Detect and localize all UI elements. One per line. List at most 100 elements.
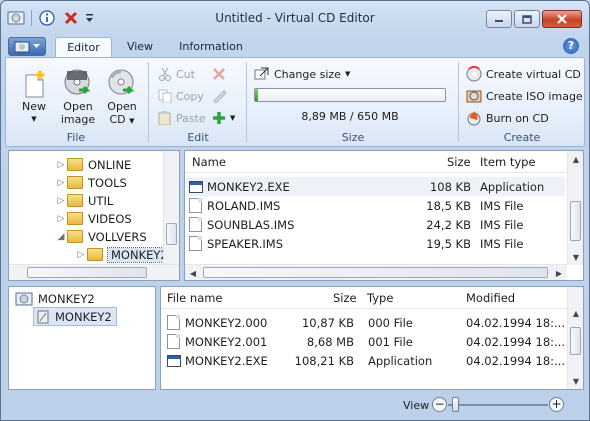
copy-button[interactable]: Copy (158, 87, 204, 105)
file-name: MONKEY2.EXE (207, 179, 290, 194)
column-type[interactable]: Type (367, 291, 393, 305)
column-name[interactable]: Name (192, 155, 226, 169)
zoom-in-button[interactable]: + (549, 397, 564, 412)
change-size-button[interactable]: Change size ▼ (254, 65, 350, 83)
scroll-up-arrow[interactable]: ▲ (568, 305, 583, 321)
table-row[interactable]: MONKEY2.001 8,68 MB 001 File 04.02.1994 18:… (163, 332, 567, 351)
create-virtual-cd-button[interactable]: Create virtual CD (466, 65, 581, 83)
folder-icon (67, 230, 83, 243)
open-image-icon (64, 69, 91, 95)
table-row[interactable]: SOUNBLAS.IMS 24,2 KB IMS File (187, 215, 565, 234)
zoom-slider-thumb[interactable] (452, 397, 459, 412)
disk-usage-fill (255, 89, 258, 101)
create-virtual-cd-label: Create virtual CD (486, 67, 581, 81)
copy-icon (158, 89, 172, 103)
ribbon-panel: New ▼ Open image Open CD ▼ File Cut Copy… (5, 57, 585, 147)
tree-item-label: MONKEY2 (107, 246, 172, 263)
iso-image-icon (466, 90, 482, 103)
expanded-arrow-icon[interactable]: ◢ (55, 232, 67, 242)
column-size[interactable]: Size (333, 291, 357, 305)
scroll-thumb[interactable] (166, 223, 177, 245)
cut-button[interactable]: Cut (158, 65, 195, 83)
column-item-type[interactable]: Item type (480, 155, 536, 169)
tree-top-hscrollbar[interactable] (9, 264, 179, 280)
maximize-button[interactable] (514, 10, 540, 28)
app-window: Untitled - Virtual CD Editor Editor View… (0, 0, 590, 421)
new-button[interactable]: New ▼ (16, 64, 52, 126)
scroll-right-arrow[interactable]: ▶ (551, 265, 567, 280)
tree-item[interactable]: ▷ TOOLS (55, 173, 127, 192)
help-icon[interactable]: ? (563, 38, 579, 54)
scroll-down-arrow[interactable]: ▼ (568, 373, 583, 389)
column-file-name[interactable]: File name (167, 291, 223, 305)
tree-item[interactable]: ▷ VIDEOS (55, 209, 132, 228)
cd-case-icon (37, 310, 49, 323)
file-name: MONKEY2.EXE (185, 353, 268, 368)
burn-on-cd-label: Burn on CD (486, 111, 549, 125)
new-label: New (22, 100, 46, 113)
scroll-thumb[interactable] (570, 201, 581, 241)
tab-editor[interactable]: Editor (55, 37, 112, 58)
scroll-down-arrow[interactable]: ▼ (568, 249, 583, 265)
application-menu-button[interactable] (8, 37, 46, 56)
open-image-button[interactable]: Open image (56, 64, 100, 126)
scroll-left-arrow[interactable]: ◀ (185, 265, 201, 280)
delete-icon[interactable] (212, 65, 226, 83)
open-image-label-2: image (60, 113, 96, 126)
tree-bottom-root[interactable]: MONKEY2 (15, 289, 95, 308)
burn-on-cd-button[interactable]: Burn on CD (466, 109, 549, 127)
tree-item[interactable]: ▷ MONKEY2 (75, 245, 172, 264)
group-create: Create virtual CD Create ISO image Burn … (460, 58, 584, 146)
folder-icon (67, 194, 83, 207)
scroll-thumb[interactable] (27, 267, 147, 278)
rename-icon[interactable] (212, 87, 228, 105)
table-row[interactable]: ROLAND.IMS 18,5 KB IMS File (187, 196, 565, 215)
tree-item[interactable]: ▷ ONLINE (55, 155, 132, 174)
tree-item[interactable]: ▷ UTIL (55, 191, 114, 210)
file-modified: 04.02.1994 18:... (466, 353, 565, 368)
tab-information[interactable]: Information (171, 37, 251, 58)
tree-top-vscrollbar[interactable] (163, 151, 179, 265)
column-size[interactable]: Size (447, 155, 471, 169)
add-button[interactable]: ▼ (212, 109, 235, 127)
zoom-slider-track[interactable] (448, 404, 548, 406)
close-button[interactable] (542, 10, 582, 28)
file-type: 000 File (368, 315, 413, 330)
change-size-label: Change size (274, 67, 341, 81)
expand-arrow-icon[interactable]: ▷ (75, 250, 87, 260)
tab-view[interactable]: View (119, 37, 161, 58)
file-type: 001 File (368, 334, 413, 349)
minimize-button[interactable] (486, 10, 512, 28)
create-iso-button[interactable]: Create ISO image (466, 87, 583, 105)
ribbon-tabs: Editor View Information ? (1, 35, 589, 58)
file-icon (189, 198, 202, 213)
expand-arrow-icon[interactable]: ▷ (55, 196, 67, 206)
expand-arrow-icon[interactable]: ▷ (55, 214, 67, 224)
group-separator (246, 62, 247, 142)
list-top-hscrollbar[interactable]: ◀ ▶ (185, 264, 567, 280)
paste-label: Paste (176, 111, 206, 125)
paste-button[interactable]: Paste (158, 109, 206, 127)
zoom-out-button[interactable]: − (432, 397, 447, 412)
table-row[interactable]: MONKEY2.000 10,87 KB 000 File 04.02.1994 18… (163, 313, 567, 332)
table-row[interactable]: SPEAKER.IMS 19,5 KB IMS File (187, 234, 565, 253)
folder-tree-bottom: MONKEY2 MONKEY2 (8, 286, 156, 390)
expand-arrow-icon[interactable]: ▷ (55, 178, 67, 188)
list-top-vscrollbar[interactable]: ▲ ▼ (567, 151, 583, 265)
column-modified[interactable]: Modified (466, 291, 515, 305)
open-cd-button[interactable]: Open CD ▼ (102, 64, 142, 128)
table-row[interactable]: MONKEY2.EXE 108 KB Application (187, 177, 565, 196)
file-name: MONKEY2.001 (185, 334, 268, 349)
file-type: Application (368, 353, 433, 368)
scroll-thumb[interactable] (570, 327, 581, 355)
table-row[interactable]: MONKEY2.EXE 108,21 KB Application 04.02.199… (163, 351, 567, 370)
list-bottom-vscrollbar[interactable]: ▲ ▼ (567, 287, 583, 389)
title-bar: Untitled - Virtual CD Editor (1, 1, 589, 35)
scroll-up-arrow[interactable]: ▲ (568, 151, 583, 167)
scroll-thumb[interactable] (203, 267, 548, 278)
tree-item[interactable]: ◢ VOLLVERS (55, 227, 147, 246)
expand-arrow-icon[interactable]: ▷ (55, 160, 67, 170)
folder-icon (67, 212, 83, 225)
tree-bottom-child[interactable]: MONKEY2 (33, 307, 117, 326)
open-cd-icon (108, 69, 135, 95)
